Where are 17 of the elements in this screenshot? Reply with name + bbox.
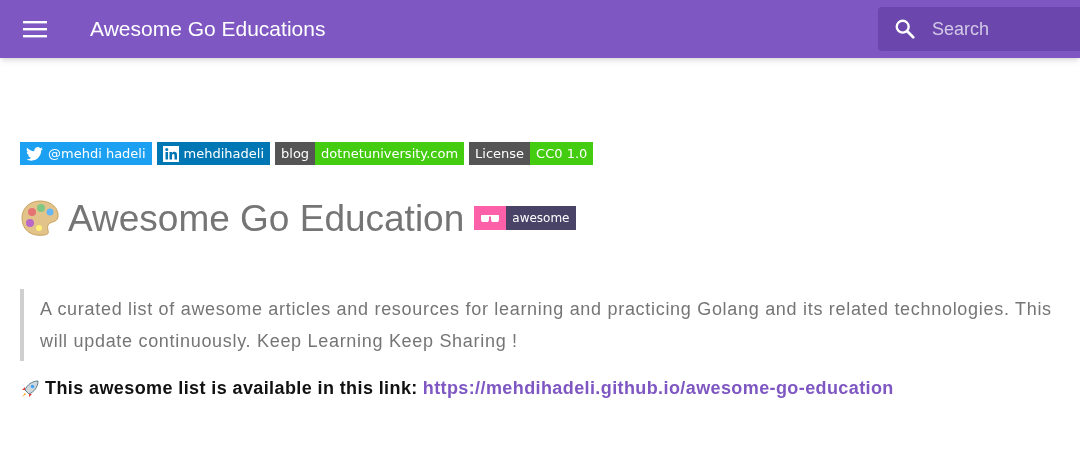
search-field[interactable]: Search [932, 15, 1072, 43]
link-intro-text: This awesome list is available in this link: [45, 377, 418, 400]
palette-icon [20, 199, 60, 237]
glasses-icon [480, 214, 501, 222]
linkedin-icon [162, 145, 179, 162]
bird-icon [26, 146, 43, 161]
menu-button[interactable] [22, 19, 48, 39]
linkedin-badge[interactable]: mehdihadeli [156, 142, 271, 165]
page-heading: Awesome Go Education [68, 199, 465, 237]
search-icon [894, 18, 916, 40]
twitter-badge[interactable]: @mehdi hadeli [20, 142, 152, 165]
site-link[interactable]: https://mehdihadeli.github.io/awesome-go-education [422, 375, 894, 402]
site-title: Awesome Go Educations [90, 16, 326, 43]
quote-block: A curated list of awesome articles and resources for learning and practicing Golang and its related technologies. This will update continuously. Keep Learning Keep Sharing ! [20, 289, 1078, 361]
menu-icon [23, 20, 47, 38]
rocket-icon [20, 378, 40, 399]
search-bar[interactable]: Search [878, 7, 1080, 51]
